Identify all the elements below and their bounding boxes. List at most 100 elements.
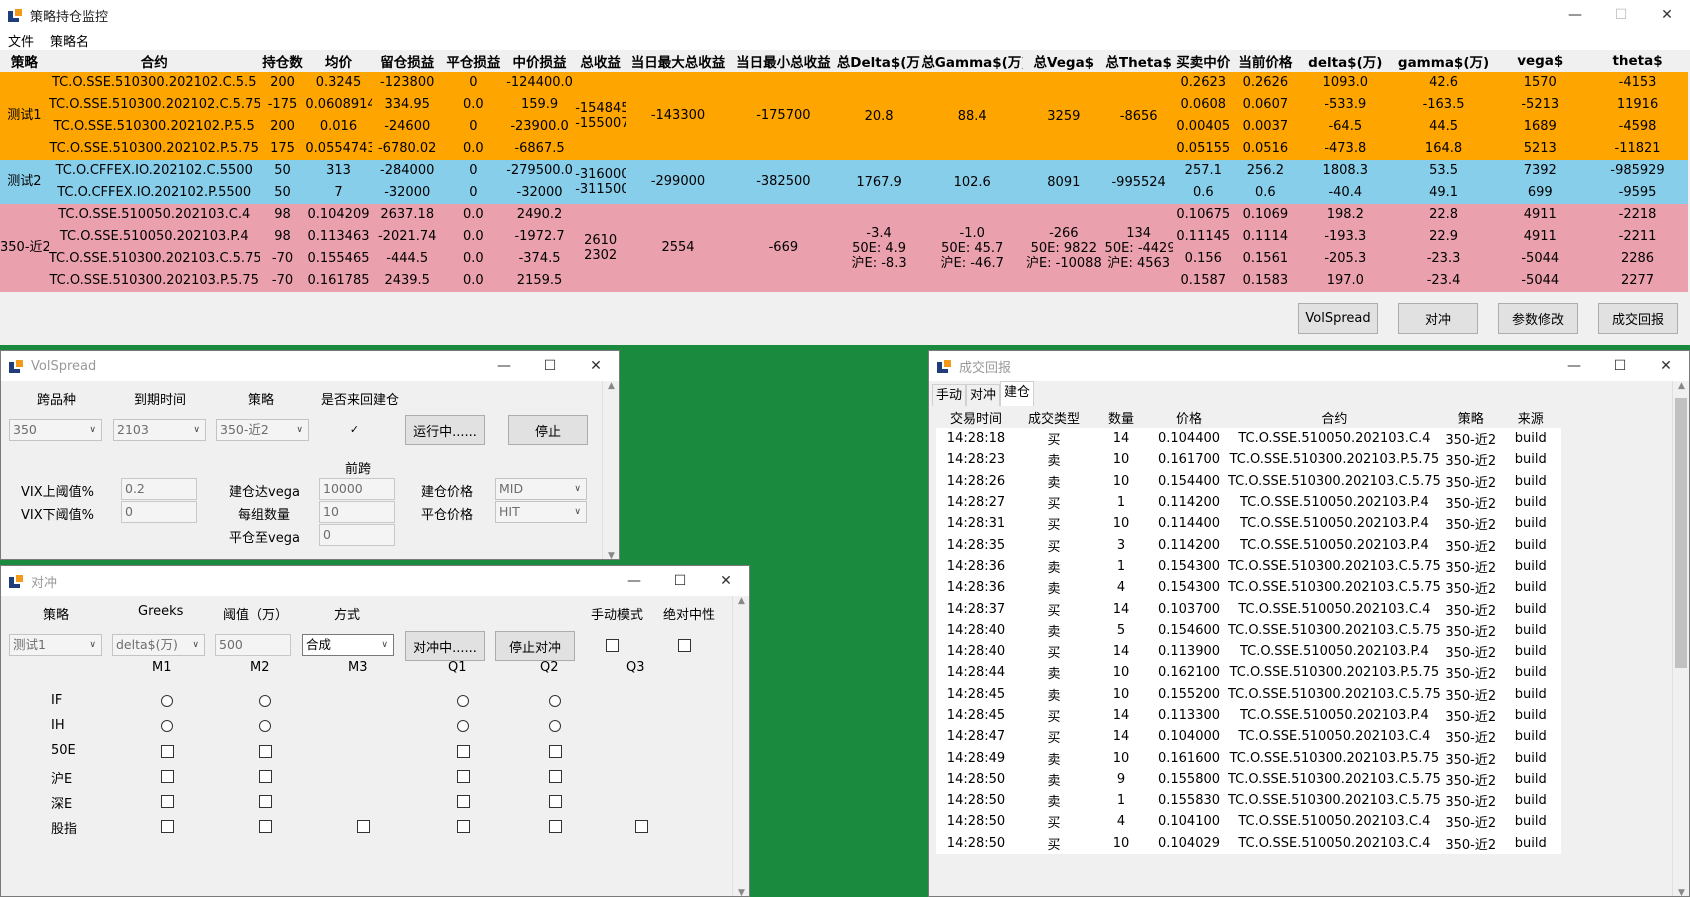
position-cell[interactable]: 2286 [1587, 248, 1688, 270]
table-row[interactable]: 14:28:27 买 1 0.114200 TC.O.SSE.510050.202103… [936, 491, 1561, 514]
position-cell[interactable]: -24600 [371, 116, 443, 138]
position-cell[interactable]: 197.0 [1296, 270, 1394, 292]
threshold-input[interactable]: 500 [215, 634, 291, 656]
total-delta-cell[interactable]: 20.8 [836, 72, 922, 160]
position-cell[interactable]: 5213 [1493, 138, 1588, 160]
position-cell[interactable]: 0.1114 [1233, 226, 1297, 248]
position-cell[interactable]: 1093.0 [1296, 72, 1394, 94]
day-max-pnl-cell[interactable]: -143300 [626, 72, 730, 160]
position-cell[interactable]: -163.5 [1393, 94, 1494, 116]
position-cell[interactable]: -64.5 [1296, 116, 1394, 138]
hedge-checkbox[interactable] [259, 770, 272, 783]
position-cell[interactable]: 0.10675 [1172, 204, 1234, 226]
close-icon[interactable]: ✕ [703, 566, 749, 596]
total-gamma-cell[interactable]: 88.4 [921, 72, 1024, 160]
position-cell[interactable]: 2277 [1587, 270, 1688, 292]
position-cell[interactable]: 257.1 [1172, 160, 1234, 182]
position-cell[interactable]: 0.0607 [1233, 94, 1297, 116]
hedge-radio[interactable] [259, 695, 271, 707]
trade-report-button[interactable]: 成交回报 [1598, 303, 1678, 334]
position-cell[interactable]: -4598 [1587, 116, 1688, 138]
position-cell[interactable]: 0.11145 [1172, 226, 1234, 248]
total-pnl-cell[interactable]: -316000 -311500 [575, 160, 627, 204]
table-row[interactable]: 14:28:50 买 10 0.104029 TC.O.SSE.510050.20210… [936, 832, 1561, 854]
strategy-name-cell[interactable]: 350-近2 [0, 204, 49, 292]
position-cell[interactable]: 22.8 [1393, 204, 1494, 226]
position-cell[interactable]: 0.1587 [1172, 270, 1234, 292]
position-cell[interactable]: 0.0037 [1233, 116, 1297, 138]
table-row[interactable]: 14:28:49 卖 10 0.161600 TC.O.SSE.510300.20210… [936, 747, 1561, 769]
day-max-pnl-cell[interactable]: -299000 [626, 160, 730, 204]
position-cell[interactable]: 313 [305, 160, 372, 182]
position-row[interactable]: 350-近2 TC.O.SSE.510050.202103.C.4 98 0.1042… [0, 204, 1688, 292]
grid-col-header[interactable]: 当日最大总收益 [626, 50, 730, 72]
position-cell[interactable]: -985929 [1587, 160, 1688, 182]
position-cell[interactable]: 49.1 [1393, 182, 1494, 204]
position-cell[interactable]: -284000 [371, 160, 443, 182]
table-row[interactable]: 14:28:50 卖 9 0.155800 TC.O.SSE.510300.202103… [936, 768, 1561, 791]
position-cell[interactable]: 334.95 [371, 94, 443, 116]
position-cell[interactable]: 0.6 [1233, 182, 1297, 204]
hedge-checkbox[interactable] [635, 820, 648, 833]
hedge-checkbox[interactable] [259, 795, 272, 808]
position-cell[interactable]: -6867.5 [503, 138, 576, 160]
trades-col-header[interactable]: 数量 [1092, 407, 1150, 428]
position-cell[interactable]: -11821 [1587, 138, 1688, 160]
contract-cell[interactable]: TC.O.CFFEX.IO.202102.C.5500 [48, 160, 260, 182]
position-cell[interactable]: 175 [259, 138, 306, 160]
position-cell[interactable]: 0.155465 [305, 248, 372, 270]
table-row[interactable]: 14:28:23 卖 10 0.161700 TC.O.SSE.510300.20210… [936, 449, 1561, 471]
grid-col-header[interactable]: vega$ [1493, 50, 1588, 72]
minimize-icon[interactable]: — [481, 351, 527, 381]
trades-col-header[interactable]: 价格 [1150, 407, 1228, 428]
vix-up-input[interactable]: 0.2 [121, 478, 197, 500]
menu-file[interactable]: 文件 [0, 31, 42, 50]
volspread-button[interactable]: VolSpread [1298, 303, 1378, 334]
hedge-checkbox[interactable] [457, 820, 470, 833]
contract-cell[interactable]: TC.O.SSE.510300.202103.C.5.75 [48, 248, 260, 270]
table-row[interactable]: 14:28:36 卖 4 0.154300 TC.O.SSE.510300.202103… [936, 577, 1561, 599]
position-cell[interactable]: 42.6 [1393, 72, 1494, 94]
grid-col-header[interactable]: 当日最小总收益 [729, 50, 837, 72]
tab-manual[interactable]: 手动 [932, 384, 967, 406]
trades-scrollbar[interactable]: ▲ ▼ [1672, 381, 1689, 896]
position-cell[interactable]: 0.0 [442, 248, 504, 270]
table-row[interactable]: 14:28:45 买 14 0.113300 TC.O.SSE.510050.20210… [936, 704, 1561, 727]
menu-strategy-name[interactable]: 策略名 [42, 31, 97, 50]
table-row[interactable]: 14:28:18 买 14 0.104400 TC.O.SSE.510050.20210… [936, 428, 1561, 450]
position-row[interactable]: 测试1 TC.O.SSE.510300.202102.C.5.5 200 0.3245… [0, 72, 1688, 160]
hedge-radio[interactable] [457, 720, 469, 732]
position-cell[interactable]: 1570 [1493, 72, 1588, 94]
position-cell[interactable]: -205.3 [1296, 248, 1394, 270]
position-cell[interactable]: -444.5 [371, 248, 443, 270]
run-button[interactable]: 运行中...... [405, 415, 485, 445]
strategy-select[interactable]: 350-近2 ∨ [216, 419, 309, 441]
tab-build[interactable]: 建仓 [1000, 381, 1035, 406]
position-cell[interactable]: -193.3 [1296, 226, 1394, 248]
grid-col-header[interactable]: 总收益 [575, 50, 627, 72]
total-pnl-cell[interactable]: -154845 -155007 [575, 72, 627, 160]
close-vega-input[interactable]: 0 [319, 524, 395, 546]
contract-cell[interactable]: TC.O.SSE.510300.202102.P.5.5 [48, 116, 260, 138]
position-cell[interactable]: -5044 [1493, 248, 1588, 270]
position-cell[interactable]: -124400.0 [503, 72, 576, 94]
grid-col-header[interactable]: 买卖中价 [1172, 50, 1234, 72]
vix-down-input[interactable]: 0 [121, 501, 197, 523]
day-min-pnl-cell[interactable]: -669 [729, 204, 837, 292]
grid-col-header[interactable]: theta$ [1587, 50, 1688, 72]
volspread-scrollbar[interactable]: ▲ ▼ [602, 381, 619, 559]
scroll-thumb[interactable] [1675, 398, 1687, 668]
hedge-scrollbar[interactable]: ▲ ▼ [732, 596, 749, 896]
table-row[interactable]: 14:28:44 卖 10 0.162100 TC.O.SSE.510300.20210… [936, 662, 1561, 684]
per-group-input[interactable]: 10 [319, 501, 395, 523]
position-cell[interactable]: 1689 [1493, 116, 1588, 138]
table-row[interactable]: 14:28:50 卖 1 0.155830 TC.O.SSE.510300.202103… [936, 790, 1561, 812]
grid-col-header[interactable]: 总Theta$ [1104, 50, 1173, 72]
total-vega-cell[interactable]: 8091 [1023, 160, 1105, 204]
total-delta-cell[interactable]: 1767.9 [836, 160, 922, 204]
hedge-checkbox[interactable] [161, 795, 174, 808]
minimize-icon[interactable]: — [611, 566, 657, 596]
position-cell[interactable]: -123800 [371, 72, 443, 94]
hedge-checkbox[interactable] [549, 820, 562, 833]
contract-cell[interactable]: TC.O.SSE.510300.202103.P.5.75 [48, 270, 260, 292]
